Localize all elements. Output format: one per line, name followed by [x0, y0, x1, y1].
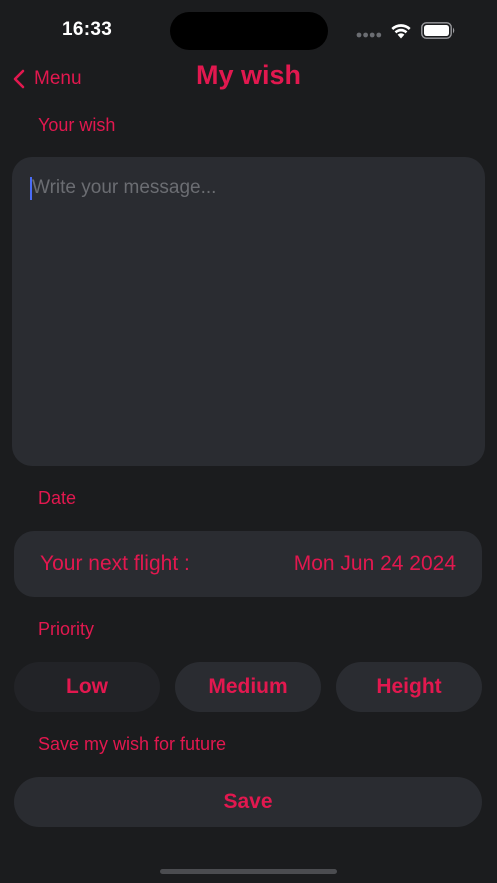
priority-section-label: Priority [38, 619, 95, 639]
priority-low-button[interactable]: Low [14, 662, 160, 712]
message-input[interactable] [30, 175, 474, 449]
flight-date-picker[interactable]: Your next flight : Mon Jun 24 2024 [14, 531, 482, 597]
navigation-bar: Menu My wish [0, 56, 497, 100]
dynamic-island [170, 12, 328, 50]
wish-section-label: Your wish [38, 115, 116, 135]
wifi-icon [391, 24, 411, 39]
signal-dots-icon [356, 32, 382, 38]
save-section-label: Save my wish for future [38, 734, 227, 754]
status-time: 16:33 [62, 19, 113, 40]
date-section-label: Date [38, 488, 77, 508]
save-button[interactable]: Save [14, 777, 482, 827]
priority-height-button[interactable]: Height [336, 662, 482, 712]
home-indicator [160, 869, 337, 874]
status-bar: 16:33 [0, 0, 497, 56]
battery-full-icon [421, 22, 455, 39]
priority-medium-button[interactable]: Medium [175, 662, 321, 712]
flight-date-value[interactable]: Mon Jun 24 2024 [294, 552, 456, 576]
flight-date-label: Your next flight : [40, 552, 190, 575]
page-title: My wish [195, 60, 302, 90]
message-box[interactable] [12, 157, 485, 466]
priority-selector: Low Medium Height [14, 662, 482, 712]
